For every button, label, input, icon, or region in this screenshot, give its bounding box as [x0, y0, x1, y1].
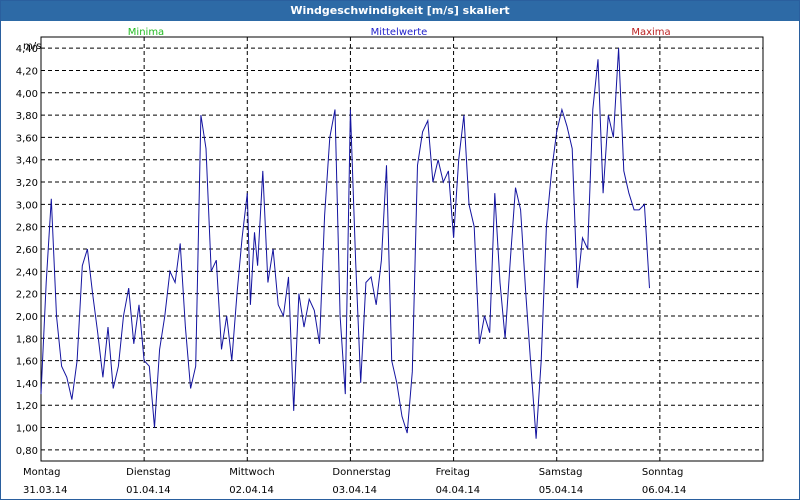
y-tick-label: 3,20: [16, 178, 38, 189]
legend-item-maxima: Maxima: [631, 27, 670, 38]
y-tick-label: 1,20: [16, 401, 38, 412]
y-tick-label: 3,60: [16, 133, 38, 144]
x-tick-date: 01.04.14: [126, 485, 171, 496]
y-tick-label: 2,60: [16, 245, 38, 256]
y-tick-label: 2,40: [16, 267, 38, 278]
x-tick-date: 06.04.14: [642, 485, 687, 496]
legend-item-minima: Minima: [128, 27, 164, 38]
x-tick-day: Sonntag: [642, 467, 684, 478]
y-tick-label: 2,20: [16, 290, 38, 301]
x-tick-date: 04.04.14: [436, 485, 481, 496]
y-tick-label: 1,80: [16, 334, 38, 345]
y-tick-label: 0,80: [16, 446, 38, 457]
y-tick-label: 1,00: [16, 424, 38, 435]
x-tick-day: Dienstag: [126, 467, 171, 478]
x-tick-day: Montag: [23, 467, 60, 478]
chart-canvas: 0,80 1,00 1,20 1,40 1,60 1,80 2,00 2,20 2,40 2,60…: [16, 27, 764, 496]
x-tick-day: Mittwoch: [229, 467, 274, 478]
x-tick-day: Donnerstag: [332, 467, 390, 478]
y-tick-label: 4,20: [16, 66, 38, 77]
y-tick-label: 4,00: [16, 89, 38, 100]
y-tick-label: 3,40: [16, 156, 38, 167]
x-tick-date: 02.04.14: [229, 485, 274, 496]
chart-title: Windgeschwindigkeit [m/s] skaliert: [1, 1, 799, 21]
y-tick-label: 3,80: [16, 111, 38, 122]
y-tick-label: 2,00: [16, 312, 38, 323]
y-axis-unit-label: m/s: [23, 41, 41, 52]
legend-item-mittelwerte: Mittelwerte: [371, 27, 428, 38]
x-tick-date: 31.03.14: [23, 485, 68, 496]
y-tick-label: 3,00: [16, 200, 38, 211]
chart-window: Windgeschwindigkeit [m/s] skaliert 0,80 1…: [0, 0, 800, 500]
x-tick-day: Freitag: [436, 467, 470, 478]
y-tick-label: 1,60: [16, 357, 38, 368]
x-tick-date: 03.04.14: [332, 485, 377, 496]
y-tick-label: 1,40: [16, 379, 38, 390]
x-tick-date: 05.04.14: [539, 485, 584, 496]
y-tick-label: 2,80: [16, 223, 38, 234]
x-tick-day: Samstag: [539, 467, 583, 478]
